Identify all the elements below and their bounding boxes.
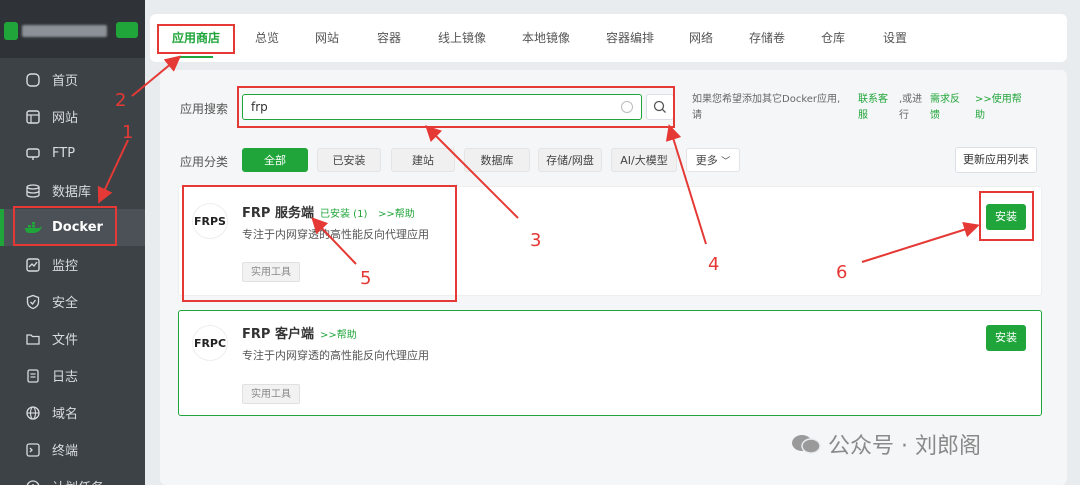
category-database[interactable]: 数据库 (464, 148, 530, 172)
usage-help-line1: >>使用帮 (975, 94, 1022, 105)
sidebar-item-label: 数据库 (52, 185, 92, 200)
or-text-line2: 行 (899, 110, 909, 121)
feature-request-line2: 馈 (930, 110, 940, 121)
annotation-number: 1 (122, 122, 134, 143)
sidebar-item-label: 网站 (52, 111, 79, 126)
contact-support-line2: 服 (858, 110, 868, 121)
sidebar-item-monitor[interactable]: 监控 (0, 246, 145, 283)
shield-icon (24, 293, 42, 311)
update-app-list-button[interactable]: 更新应用列表 (955, 147, 1037, 173)
tab-volumes[interactable]: 存储卷 (740, 14, 794, 62)
sidebar-item-label: 安全 (52, 296, 79, 311)
or-text: ,或进 行 (899, 92, 922, 124)
sidebar-item-label: 首页 (52, 74, 79, 89)
contact-support-line1: 联系客 (858, 94, 888, 105)
category-storage[interactable]: 存储/网盘 (538, 148, 602, 172)
app-description: 专注于内网穿透的高性能反向代理应用 (242, 349, 429, 362)
website-icon (24, 108, 42, 126)
annotation-number: 2 (115, 90, 127, 111)
server-logo (4, 22, 18, 40)
monitor-icon (24, 256, 42, 274)
search-hint-line1: 如果您希望添加其它Docker应用, (692, 94, 841, 105)
watermark: 公众号 · 刘郎阁 (790, 428, 981, 460)
usage-help-link[interactable]: >>使用帮 助 (975, 92, 1022, 124)
tab-online-images[interactable]: 线上镜像 (428, 14, 496, 62)
globe-icon (24, 404, 42, 422)
annotation-box-app-store (157, 24, 235, 54)
help-link[interactable]: >>帮助 (320, 326, 357, 341)
tab-network[interactable]: 网络 (676, 14, 726, 62)
app-tag[interactable]: 实用工具 (242, 384, 300, 404)
app-name: FRP 客户端 (242, 327, 314, 342)
annotation-number: 4 (708, 254, 720, 275)
annotation-number: 3 (530, 230, 542, 251)
category-website[interactable]: 建站 (391, 148, 455, 172)
category-label: 应用分类 (180, 155, 229, 169)
category-ai[interactable]: AI/大模型 (611, 148, 677, 172)
sidebar-item-label: 计划任务 (52, 477, 104, 485)
sidebar-item-label: 文件 (52, 333, 79, 348)
docker-tabbar: 应用商店 总览 网站 容器 线上镜像 本地镜像 容器编排 网络 存储卷 仓库 设… (150, 14, 1067, 62)
search-hint: 如果您希望添加其它Docker应用, 请 (692, 92, 852, 124)
annotation-box-install (979, 191, 1034, 241)
category-installed[interactable]: 已安装 (317, 148, 381, 172)
wechat-icon (792, 435, 821, 454)
annotation-number: 6 (836, 262, 848, 283)
tab-settings[interactable]: 设置 (870, 14, 920, 62)
install-button[interactable]: 安装 (986, 325, 1026, 351)
log-icon (24, 367, 42, 385)
category-more-dropdown[interactable]: 更多 ﹀ (686, 148, 740, 172)
annotation-box-frps-card (182, 185, 457, 302)
or-text-line1: ,或进 (899, 94, 923, 105)
category-all[interactable]: 全部 (242, 148, 308, 172)
search-hint-line2: 请 (692, 110, 702, 121)
folder-icon (24, 330, 42, 348)
chevron-down-icon: ﹀ (721, 157, 731, 167)
database-icon (24, 182, 42, 200)
tab-local-images[interactable]: 本地镜像 (512, 14, 580, 62)
sidebar-item-domain[interactable]: 域名 (0, 394, 145, 431)
usage-help-line2: 助 (975, 110, 985, 121)
terminal-icon (24, 441, 42, 459)
sidebar-item-database[interactable]: 数据库 (0, 172, 145, 209)
tab-registry[interactable]: 仓库 (808, 14, 858, 62)
server-status-icon[interactable] (116, 22, 138, 38)
annotation-box-search (237, 86, 675, 128)
annotation-number: 5 (360, 268, 372, 289)
category-more-label: 更多 (695, 154, 718, 167)
tab-overview[interactable]: 总览 (242, 14, 292, 62)
sidebar-item-cron[interactable]: 计划任务 (0, 468, 145, 485)
sidebar-item-label: 终端 (52, 444, 79, 459)
frpc-logo: FRPC (192, 325, 228, 361)
sidebar-item-label: 日志 (52, 370, 79, 385)
tab-containers[interactable]: 容器 (364, 14, 414, 62)
contact-support-link[interactable]: 联系客 服 (858, 92, 888, 124)
search-label: 应用搜索 (180, 102, 229, 116)
server-hostname-blurred (22, 25, 107, 37)
home-icon (24, 71, 42, 89)
sidebar-header (0, 0, 145, 58)
sidebar-item-terminal[interactable]: 终端 (0, 431, 145, 468)
feature-request-line1: 需求反 (930, 94, 960, 105)
sidebar-item-label: 监控 (52, 259, 79, 274)
watermark-text: 公众号 · 刘郎阁 (828, 434, 981, 459)
sidebar-item-logs[interactable]: 日志 (0, 357, 145, 394)
tab-compose[interactable]: 容器编排 (596, 14, 664, 62)
ftp-icon (24, 145, 42, 163)
clock-icon (24, 478, 42, 485)
sidebar-item-label: 域名 (52, 407, 79, 422)
feature-request-link[interactable]: 需求反 馈 (930, 92, 960, 124)
sidebar-item-security[interactable]: 安全 (0, 283, 145, 320)
annotation-box-docker (13, 206, 117, 246)
tab-websites[interactable]: 网站 (302, 14, 352, 62)
sidebar-item-label: FTP (52, 146, 76, 161)
sidebar-item-files[interactable]: 文件 (0, 320, 145, 357)
